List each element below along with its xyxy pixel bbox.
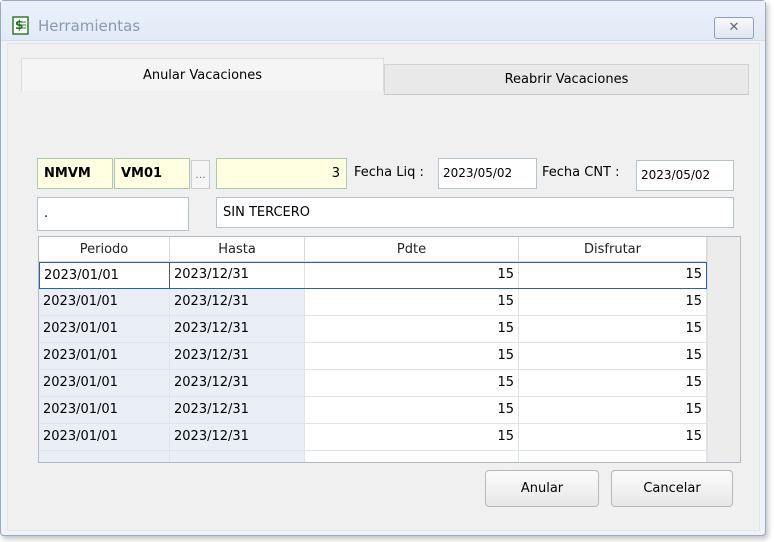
table-row[interactable]: 2023/01/01 2023/12/31 15 15 — [39, 262, 707, 289]
grid-header: Periodo Hasta Pdte Disfrutar — [39, 237, 707, 262]
dot-field[interactable]: . — [37, 197, 189, 231]
table-row[interactable]: 2023/01/01 2023/12/31 15 15 — [39, 397, 707, 424]
cell-disfrutar[interactable]: 15 — [519, 370, 707, 397]
cell-hasta[interactable]: 2023/12/31 — [170, 289, 305, 316]
column-header-hasta[interactable]: Hasta — [170, 237, 305, 262]
vacation-grid[interactable]: Periodo Hasta Pdte Disfrutar 2023/01/01 … — [38, 236, 741, 463]
cell-disfrutar[interactable]: 15 — [519, 289, 707, 316]
cell-periodo[interactable]: 2023/01/01 — [39, 424, 170, 451]
tab-reabrir-vacaciones[interactable]: Reabrir Vacaciones — [384, 64, 749, 95]
cell-periodo[interactable]: 2023/01/01 — [39, 262, 170, 289]
tools-window: $ Herramientas ✕ Anular Vacaciones Reabr… — [0, 0, 766, 536]
lookup-button[interactable]: ... — [191, 160, 210, 189]
cell-periodo[interactable]: 2023/01/01 — [39, 289, 170, 316]
cell-periodo[interactable]: 2023/01/01 — [39, 370, 170, 397]
cell-periodo[interactable]: 2023/01/01 — [39, 343, 170, 370]
tercero-field[interactable]: SIN TERCERO — [216, 197, 734, 228]
cancelar-button[interactable]: Cancelar — [611, 470, 733, 507]
cell-periodo[interactable]: 2023/01/01 — [39, 397, 170, 424]
cell-disfrutar[interactable]: 15 — [519, 262, 707, 289]
fecha-liq-field[interactable]: 2023/05/02 — [438, 158, 537, 189]
column-header-pdte[interactable]: Pdte — [305, 237, 519, 262]
dialog-body: Anular Vacaciones Reabrir Vacaciones NMV… — [7, 43, 760, 531]
close-icon: ✕ — [728, 20, 740, 35]
cell-disfrutar[interactable]: 15 — [519, 397, 707, 424]
close-button[interactable]: ✕ — [714, 17, 754, 39]
cell-pdte[interactable]: 15 — [305, 397, 519, 424]
cell-pdte[interactable]: 15 — [305, 316, 519, 343]
table-row[interactable]: 2023/01/01 2023/12/31 15 15 — [39, 424, 707, 451]
code2-field[interactable]: VM01 — [114, 158, 190, 189]
fecha-liq-label: Fecha Liq : — [354, 165, 424, 180]
cell-hasta[interactable]: 2023/12/31 — [170, 424, 305, 451]
title-bar[interactable]: $ Herramientas ✕ — [1, 1, 765, 41]
app-icon: $ — [12, 16, 29, 35]
cell-pdte[interactable]: 15 — [305, 370, 519, 397]
cell-disfrutar[interactable]: 15 — [519, 316, 707, 343]
tab-anular-vacaciones[interactable]: Anular Vacaciones — [21, 58, 384, 91]
table-row-empty — [39, 451, 707, 462]
code1-field[interactable]: NMVM — [37, 158, 113, 189]
cell-hasta[interactable]: 2023/12/31 — [170, 262, 305, 289]
cell-pdte[interactable]: 15 — [305, 424, 519, 451]
cell-pdte[interactable]: 15 — [305, 262, 519, 289]
anular-button[interactable]: Anular — [485, 470, 599, 507]
fecha-cnt-label: Fecha CNT : — [542, 165, 620, 180]
number-field[interactable]: 3 — [216, 158, 347, 189]
cell-periodo[interactable]: 2023/01/01 — [39, 316, 170, 343]
cell-pdte[interactable]: 15 — [305, 343, 519, 370]
fecha-cnt-field[interactable]: 2023/05/02 — [636, 160, 734, 191]
cell-hasta[interactable]: 2023/12/31 — [170, 316, 305, 343]
cell-hasta[interactable]: 2023/12/31 — [170, 370, 305, 397]
cell-pdte[interactable]: 15 — [305, 289, 519, 316]
column-header-periodo[interactable]: Periodo — [39, 237, 170, 262]
cell-disfrutar[interactable]: 15 — [519, 424, 707, 451]
vertical-scrollbar[interactable] — [707, 237, 740, 462]
window-title: Herramientas — [38, 17, 141, 35]
cell-disfrutar[interactable]: 15 — [519, 343, 707, 370]
table-row[interactable]: 2023/01/01 2023/12/31 15 15 — [39, 289, 707, 316]
table-row[interactable]: 2023/01/01 2023/12/31 15 15 — [39, 370, 707, 397]
cell-hasta[interactable]: 2023/12/31 — [170, 343, 305, 370]
cell-hasta[interactable]: 2023/12/31 — [170, 397, 305, 424]
table-row[interactable]: 2023/01/01 2023/12/31 15 15 — [39, 343, 707, 370]
column-header-disfrutar[interactable]: Disfrutar — [519, 237, 707, 262]
table-row[interactable]: 2023/01/01 2023/12/31 15 15 — [39, 316, 707, 343]
